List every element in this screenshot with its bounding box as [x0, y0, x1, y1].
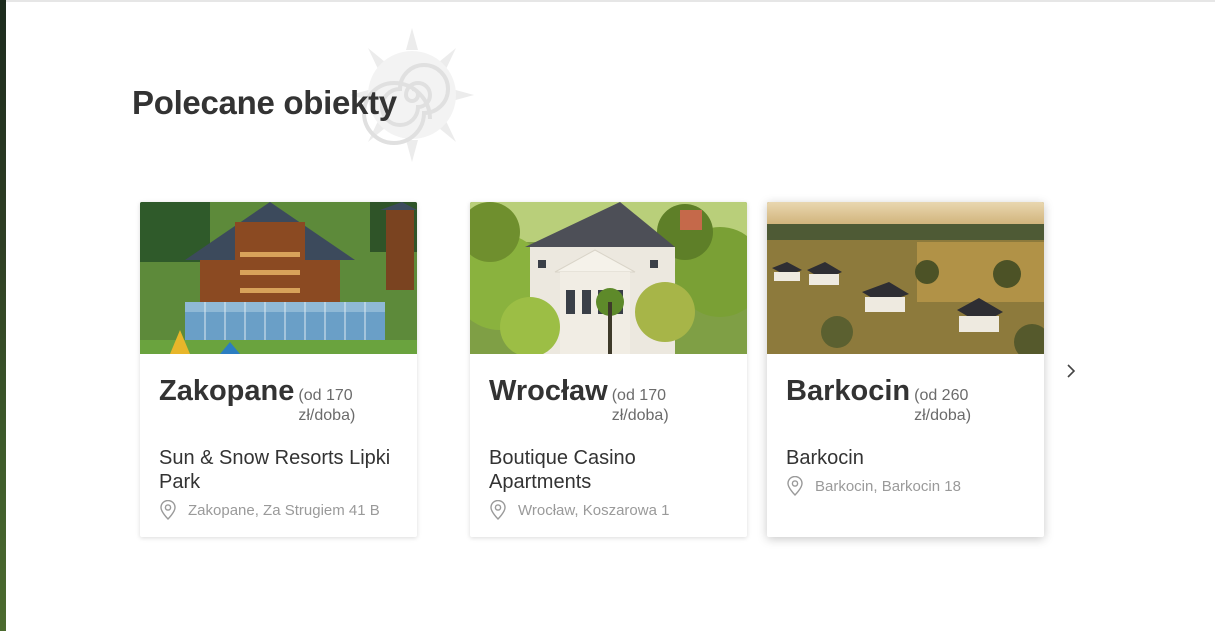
background-edge: [0, 0, 6, 631]
property-card-wroclaw[interactable]: Wrocław (od 170 zł/doba) Boutique Casino…: [470, 202, 747, 537]
card-address: Zakopane, Za Strugiem 41 B: [159, 500, 398, 520]
location-pin-icon: [160, 500, 176, 520]
property-image: [767, 202, 1044, 354]
property-image: [140, 202, 417, 354]
card-city: Barkocin: [786, 375, 911, 407]
header-divider: [6, 0, 1215, 2]
page-title: Polecane obiekty: [132, 84, 397, 121]
card-property-name: Boutique Casino Apartments: [489, 447, 636, 493]
location-pin-icon: [787, 476, 803, 496]
card-address-text: Zakopane, Za Strugiem 41 B: [188, 501, 380, 519]
featured-properties-carousel: Wrocław (od 170 zł/doba) Boutique Casino…: [140, 200, 1085, 545]
chevron-right-icon: [1067, 364, 1076, 378]
card-address: Wrocław, Koszarowa 1: [489, 500, 728, 520]
property-card-barkocin[interactable]: Barkocin (od 260 zł/doba) Barkocin Barko…: [767, 202, 1044, 537]
card-price: (od 170 zł/doba): [298, 387, 356, 424]
card-city: Wrocław: [489, 375, 608, 407]
location-pin-icon: [490, 500, 506, 520]
card-address: Barkocin, Barkocin 18: [786, 476, 1025, 496]
card-property-name: Barkocin: [786, 447, 864, 469]
card-city: Zakopane: [159, 375, 295, 407]
property-image: [470, 202, 747, 354]
carousel-next-button[interactable]: [1061, 360, 1081, 382]
card-address-text: Wrocław, Koszarowa 1: [518, 501, 670, 519]
property-card-zakopane[interactable]: Zakopane (od 170 zł/doba) Sun & Snow Res…: [140, 202, 417, 537]
card-price: (od 170 zł/doba): [611, 387, 669, 424]
card-property-name: Sun & Snow Resorts Lipki Park: [159, 447, 391, 493]
card-price: (od 260 zł/doba): [914, 387, 972, 424]
card-address-text: Barkocin, Barkocin 18: [815, 477, 961, 495]
